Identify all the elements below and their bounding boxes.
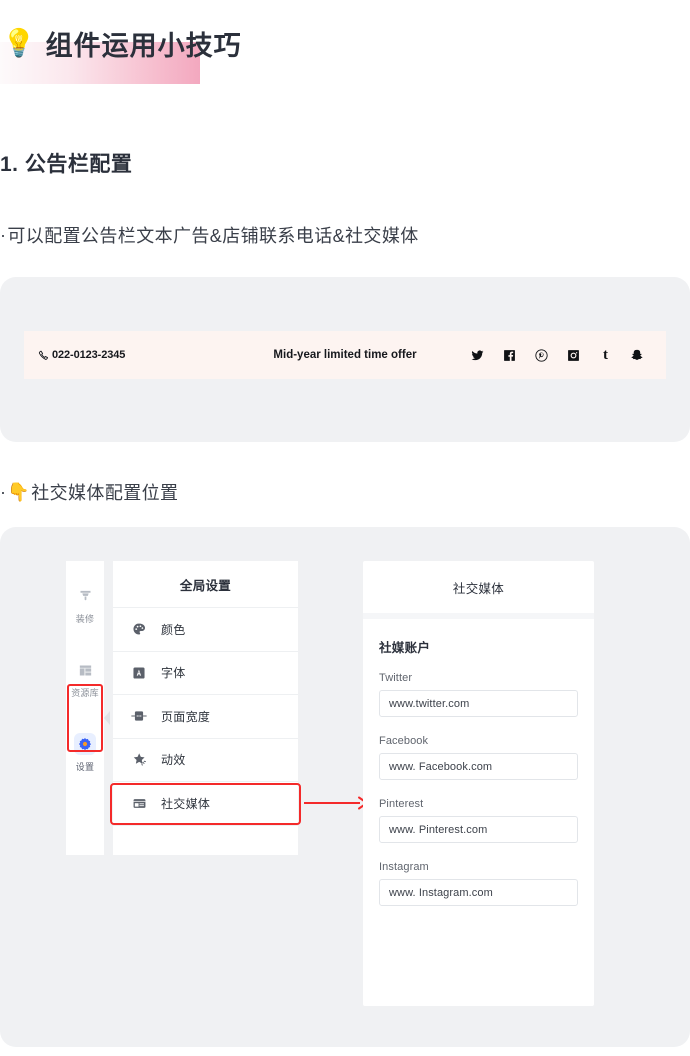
pinterest-input[interactable]: www. Pinterest.com	[379, 816, 578, 843]
page-title-text: 组件运用小技巧	[45, 30, 242, 61]
phone-icon	[38, 350, 49, 361]
field-label-twitter: Twitter	[379, 672, 413, 684]
facebook-input[interactable]: www. Facebook.com	[379, 753, 578, 780]
lightbulb-icon: 💡	[2, 27, 36, 58]
field-facebook: Facebook www. Facebook.com	[379, 735, 578, 780]
menu-item-color[interactable]: 颜色	[113, 608, 298, 652]
pointing-down-icon: 👇	[7, 482, 31, 502]
panel-body: 社媒账户 Twitter www.twitter.com Facebook ww…	[363, 619, 594, 1006]
social-media-icon	[131, 795, 147, 811]
font-icon	[131, 665, 147, 681]
bullet-dot: ·	[0, 224, 7, 245]
instagram-input[interactable]: www. Instagram.com	[379, 879, 578, 906]
connector-arrow	[304, 795, 370, 811]
global-settings-title: 全局设置	[113, 561, 298, 608]
sidebar-label-decoration: 装修	[75, 614, 95, 624]
panel-section-title: 社媒账户	[379, 641, 431, 655]
editor-screenshot: 装修 资源库 设置 全局设置 颜色 字体 页面宽度 动效 社交媒体 社交媒体 社…	[66, 561, 594, 1006]
announcement-social-links: t	[471, 346, 644, 363]
announcement-phone-number: 022-0123-2345	[52, 349, 126, 361]
panel-title: 社交媒体	[363, 561, 594, 613]
sidebar-label-settings: 设置	[75, 762, 95, 772]
menu-label-animation: 动效	[161, 753, 186, 768]
page-title: 💡 组件运用小技巧	[0, 18, 242, 68]
bullet-dot: ·	[0, 481, 7, 502]
menu-label-font: 字体	[161, 666, 186, 681]
instagram-icon[interactable]	[567, 349, 580, 362]
pinterest-icon[interactable]	[535, 348, 548, 362]
social-media-panel: 社交媒体 社媒账户 Twitter www.twitter.com Facebo…	[363, 561, 594, 1006]
menu-item-font[interactable]: 字体	[113, 652, 298, 695]
facebook-icon[interactable]	[503, 349, 516, 362]
menu-item-social-media[interactable]: 社交媒体	[113, 782, 298, 826]
twitter-input[interactable]: www.twitter.com	[379, 690, 578, 717]
rail-active-notch	[104, 711, 110, 725]
sidebar-item-decoration[interactable]: 装修	[66, 575, 104, 635]
field-label-facebook: Facebook	[379, 735, 429, 747]
sidebar-label-library: 资源库	[71, 688, 99, 698]
sidebar-item-library[interactable]: 资源库	[66, 649, 104, 709]
palette-icon	[131, 621, 147, 637]
editor-sidebar-rail: 装修 资源库 设置	[66, 561, 104, 855]
tumblr-letter: t	[603, 346, 608, 363]
tumblr-icon[interactable]: t	[599, 346, 612, 363]
announcement-phone: 022-0123-2345	[38, 349, 125, 361]
global-settings-menu: 全局设置 颜色 字体 页面宽度 动效 社交媒体	[113, 561, 298, 855]
menu-item-page-width[interactable]: 页面宽度	[113, 695, 298, 739]
bullet-line-2: · 👇 社交媒体配置位置	[0, 479, 178, 505]
snapchat-icon[interactable]	[631, 349, 644, 362]
field-label-instagram: Instagram	[379, 861, 429, 873]
brush-icon	[74, 585, 96, 607]
library-icon	[74, 659, 96, 681]
page-width-icon	[131, 708, 147, 724]
announcement-bar: 022-0123-2345 Mid-year limited time offe…	[24, 331, 666, 379]
gear-icon	[74, 733, 96, 755]
animation-icon	[131, 752, 147, 768]
menu-label-page-width: 页面宽度	[161, 709, 211, 724]
section-heading: 1. 公告栏配置	[0, 153, 133, 176]
field-twitter: Twitter www.twitter.com	[379, 672, 578, 717]
field-pinterest: Pinterest www. Pinterest.com	[379, 798, 578, 843]
sidebar-item-settings[interactable]: 设置	[66, 723, 104, 783]
menu-item-animation[interactable]: 动效	[113, 739, 298, 782]
bullet-line-1: · 可以配置公告栏文本广告&店铺联系电话&社交媒体	[0, 222, 419, 248]
bullet-text: 社交媒体配置位置	[31, 483, 179, 503]
bullet-text: 可以配置公告栏文本广告&店铺联系电话&社交媒体	[7, 226, 419, 246]
menu-label-social-media: 社交媒体	[161, 796, 211, 811]
twitter-icon[interactable]	[471, 349, 484, 362]
field-label-pinterest: Pinterest	[379, 798, 424, 810]
menu-label-color: 颜色	[161, 622, 186, 637]
field-instagram: Instagram www. Instagram.com	[379, 861, 578, 906]
